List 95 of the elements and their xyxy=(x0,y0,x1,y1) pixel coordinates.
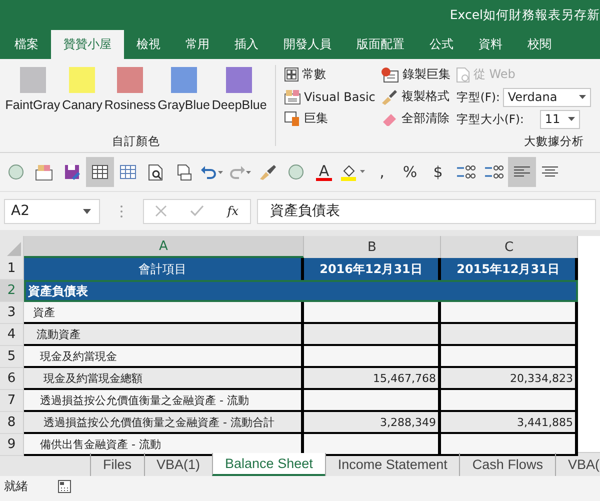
row-header[interactable]: 9 xyxy=(0,434,24,456)
ribbon-button[interactable]: 常數 xyxy=(284,64,376,85)
triangle-icon xyxy=(7,242,21,256)
calculator-icon[interactable] xyxy=(58,480,71,493)
ribbon-button[interactable]: 錄製巨集 xyxy=(381,64,450,85)
ribbon-button[interactable]: 巨集 xyxy=(284,108,376,129)
fill-color-icon xyxy=(340,164,366,180)
row-header[interactable]: 5 xyxy=(0,346,24,368)
window-title: Excel如何財務報表另存新 xyxy=(450,6,600,24)
font-size-label: 字型大小(F): xyxy=(456,112,524,126)
sheet-tab[interactable]: Balance Sheet xyxy=(212,453,325,476)
row-header[interactable]: 8 xyxy=(0,412,24,434)
formula-input[interactable]: 資產負債表 xyxy=(257,198,596,224)
row-header[interactable]: 2 xyxy=(0,280,24,302)
table-cell: 3,441,885 xyxy=(441,412,578,434)
color-swatch-button[interactable]: GrayBlue xyxy=(156,67,211,112)
toolbar-button[interactable]: % xyxy=(396,157,424,187)
undo-icon xyxy=(201,165,223,179)
ribbon-tab[interactable]: 插入 xyxy=(222,30,271,59)
circle-icon xyxy=(8,164,24,180)
group-label: 自訂顏色 xyxy=(112,134,160,149)
ribbon-button[interactable]: Visual Basic xyxy=(284,86,376,107)
merged-cell: 資產負債表 xyxy=(24,280,578,302)
row-header[interactable]: 3 xyxy=(0,302,24,324)
toolbar-button[interactable] xyxy=(86,157,114,187)
paintbrush-icon xyxy=(381,88,398,104)
check-icon[interactable] xyxy=(190,205,204,217)
table-icon xyxy=(92,165,108,179)
group-label: 大數據分析 xyxy=(524,134,584,149)
caret-icon xyxy=(578,95,586,99)
document-icon xyxy=(456,66,470,82)
toolbar-button[interactable]: A xyxy=(310,157,338,187)
row-header[interactable]: 6 xyxy=(0,368,24,390)
header-cell: 2015年12月31日 xyxy=(441,258,578,280)
toolbar-button[interactable]: , xyxy=(368,157,396,187)
decimal-icon xyxy=(456,164,476,180)
table-cell: 資產 xyxy=(24,302,304,324)
ribbon-tab[interactable]: 公式 xyxy=(417,30,466,59)
ribbon-button[interactable]: 全部清除 xyxy=(381,108,450,129)
table-cell: 20,334,823 xyxy=(441,368,578,390)
status-text: 就緒 xyxy=(4,478,28,495)
redo-icon xyxy=(229,165,251,179)
table-cell: 15,467,768 xyxy=(304,368,441,390)
drag-handle-icon[interactable] xyxy=(120,204,123,218)
paintbrush-icon xyxy=(259,164,277,180)
header-cell: 會計項目 xyxy=(24,258,304,280)
table-cell: 透過損益按公允價值衡量之金融資產 - 流動 xyxy=(24,390,304,412)
table-cell: 透過損益按公允價值衡量之金融資產 - 流動合計 xyxy=(24,412,304,434)
toolbar-button[interactable] xyxy=(508,157,536,187)
print-preview-icon xyxy=(148,164,164,180)
align-center-icon xyxy=(542,166,558,178)
header-cell: 2016年12月31日 xyxy=(304,258,441,280)
table-icon xyxy=(120,165,136,179)
color-swatch-button[interactable]: DeepBlue xyxy=(210,67,268,112)
insert-function-button[interactable]: fx xyxy=(227,204,239,218)
table-cell: 備供出售金融資產 - 流動 xyxy=(24,434,304,456)
ribbon-tab[interactable]: 檔案 xyxy=(2,30,51,59)
font-dropdown[interactable]: Verdana xyxy=(502,88,591,106)
print-icon xyxy=(176,164,192,180)
caret-icon xyxy=(568,117,575,121)
ribbon-tab[interactable]: 開發人員 xyxy=(271,30,344,59)
color-swatch-button[interactable]: Canary xyxy=(61,67,104,112)
color-swatch-button[interactable]: FaintGray xyxy=(4,67,62,112)
font-label: 字型(F): xyxy=(456,90,500,104)
save-icon xyxy=(64,164,80,180)
grid-icon xyxy=(284,67,299,82)
ribbon-tab[interactable]: 校閱 xyxy=(515,30,564,59)
record-icon xyxy=(381,66,400,82)
table-cell: 現金及約當現金總額 xyxy=(24,368,304,390)
circle-icon xyxy=(288,164,304,180)
row-header[interactable]: 4 xyxy=(0,324,24,346)
ribbon-tab[interactable]: 贊贊小屋 xyxy=(51,30,124,59)
document-icon xyxy=(284,88,301,104)
toolbar-button[interactable]: $ xyxy=(424,157,452,187)
table-cell: 3,288,349 xyxy=(304,412,441,434)
ribbon-tab[interactable]: 資料 xyxy=(466,30,515,59)
name-box[interactable]: A2 xyxy=(4,198,100,224)
align-left-icon xyxy=(514,166,530,178)
clipboard-icon xyxy=(35,164,53,180)
table-cell: 流動資產 xyxy=(24,324,304,346)
decimal-icon xyxy=(484,164,504,180)
row-header[interactable]: 7 xyxy=(0,390,24,412)
ribbon-tab[interactable]: 檢視 xyxy=(124,30,173,59)
row-header[interactable]: 1 xyxy=(0,258,24,280)
column-header[interactable]: B xyxy=(304,236,441,258)
table-cell: 現金及約當現金 xyxy=(24,346,304,368)
macro-icon xyxy=(284,110,301,126)
caret-icon xyxy=(83,208,91,214)
ribbon-button[interactable]: 複製格式 xyxy=(381,86,450,107)
column-header[interactable]: A xyxy=(24,236,304,258)
color-swatch-button[interactable]: Rosiness xyxy=(103,67,157,112)
font-size-dropdown[interactable]: 11 xyxy=(540,110,580,128)
column-header[interactable]: C xyxy=(441,236,578,258)
ribbon-tab[interactable]: 常用 xyxy=(173,30,222,59)
ribbon-tab[interactable]: 版面配置 xyxy=(344,30,417,59)
